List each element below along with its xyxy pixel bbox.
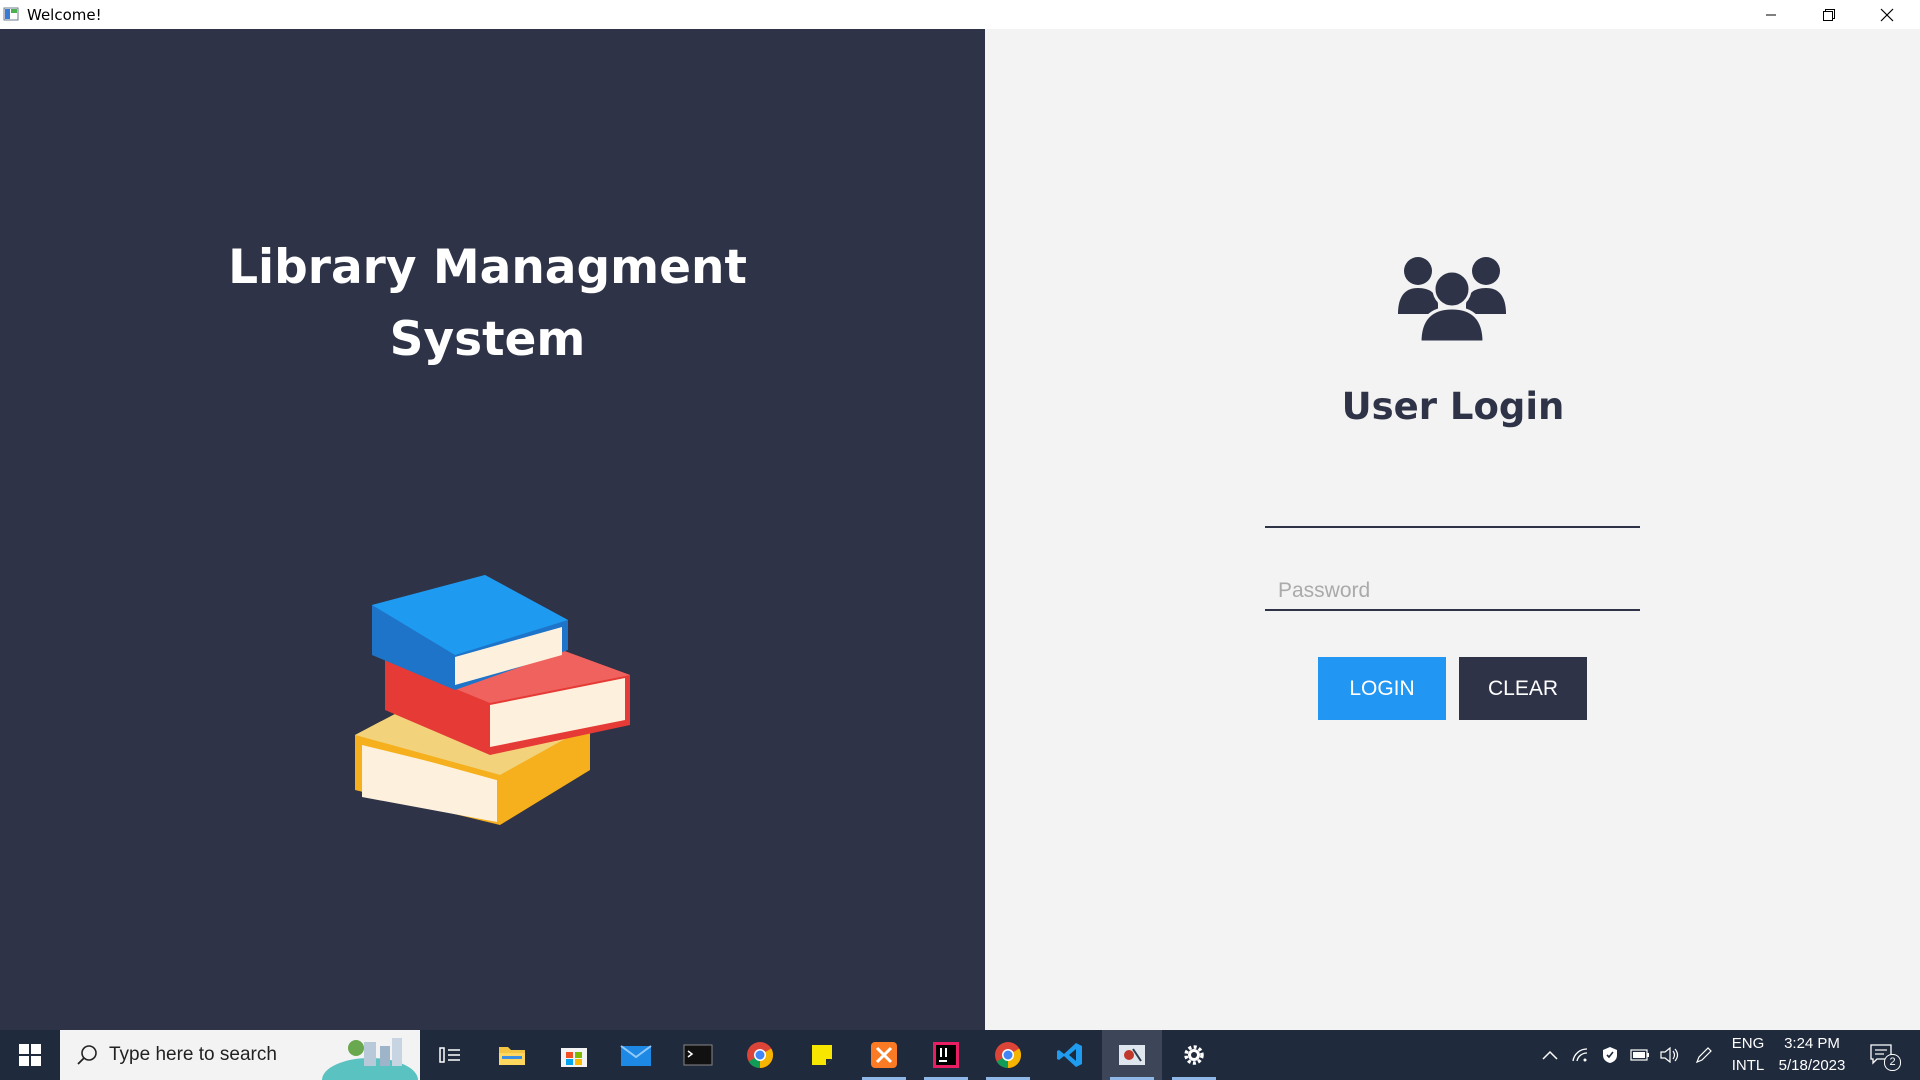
password-field[interactable] (1265, 573, 1640, 611)
login-button[interactable]: LOGIN (1318, 657, 1446, 720)
clear-button[interactable]: CLEAR (1459, 657, 1587, 720)
books-illustration (355, 575, 630, 825)
window-titlebar: Welcome! (0, 0, 1920, 29)
language-code: ENG (1731, 1035, 1765, 1052)
taskbar-intellij[interactable] (916, 1030, 976, 1080)
folder-icon (499, 1047, 525, 1065)
sticky-notes-icon (812, 1045, 832, 1065)
notification-count-badge: 2 (1884, 1054, 1901, 1071)
app-title-line1: Library Managment (228, 240, 747, 295)
taskbar-java-app[interactable] (1102, 1030, 1162, 1080)
task-view-button[interactable] (420, 1030, 480, 1080)
close-button[interactable] (1858, 0, 1916, 29)
users-icon (1398, 257, 1506, 342)
start-button[interactable] (0, 1030, 60, 1080)
taskbar-terminal[interactable] (668, 1030, 728, 1080)
window-title: Welcome! (27, 6, 102, 24)
branding-panel (0, 29, 985, 1030)
shield-icon (1603, 1047, 1617, 1063)
pen-icon (1695, 1047, 1712, 1064)
battery-button[interactable] (1628, 1030, 1652, 1080)
restore-icon (1823, 8, 1835, 21)
taskbar-sticky-notes[interactable] (792, 1030, 852, 1080)
login-panel (985, 29, 1920, 1030)
app-title: Library Managment System (0, 232, 975, 376)
windows-logo-icon (19, 1044, 41, 1066)
speaker-icon (1660, 1047, 1679, 1063)
taskbar-file-explorer[interactable] (482, 1030, 542, 1080)
taskbar-mail[interactable] (606, 1030, 666, 1080)
taskbar-search[interactable]: Type here to search (60, 1030, 420, 1080)
search-highlight-image (322, 1038, 418, 1080)
app-title-line2: System (389, 312, 586, 367)
task-view-icon (439, 1047, 460, 1063)
taskbar-chrome-2[interactable] (978, 1030, 1038, 1080)
java-app-icon (1119, 1045, 1145, 1065)
store-icon (561, 1048, 587, 1067)
notifications-button[interactable]: 2 (1862, 1030, 1902, 1080)
gear-icon (1184, 1045, 1204, 1065)
search-icon (77, 1045, 97, 1065)
clock[interactable]: 3:24 PM 5/18/2023 (1772, 1030, 1852, 1080)
battery-icon (1630, 1049, 1649, 1061)
show-hidden-icons-button[interactable] (1538, 1030, 1562, 1080)
login-heading: User Login (1341, 385, 1565, 428)
minimize-button[interactable] (1742, 0, 1800, 29)
security-button[interactable] (1598, 1030, 1622, 1080)
volume-button[interactable] (1658, 1030, 1682, 1080)
username-field[interactable] (1265, 490, 1640, 528)
close-icon (1880, 8, 1894, 21)
language-indicator[interactable]: ENG INTL (1724, 1030, 1772, 1080)
chrome-icon (995, 1042, 1022, 1069)
xampp-icon (871, 1042, 897, 1068)
chevron-up-icon (1542, 1050, 1558, 1060)
keyboard-layout: INTL (1731, 1057, 1765, 1074)
wifi-icon (1572, 1048, 1588, 1062)
search-placeholder: Type here to search (109, 1044, 277, 1065)
intellij-icon (933, 1042, 959, 1068)
mail-icon (620, 1045, 652, 1066)
minimize-icon (1766, 14, 1776, 15)
clock-time: 3:24 PM (1784, 1035, 1840, 1052)
pen-workspace-button[interactable] (1692, 1030, 1716, 1080)
taskbar: Type here to search ENG INTL 3:24 PM 5/1… (0, 1030, 1920, 1080)
clock-date: 5/18/2023 (1778, 1057, 1846, 1074)
taskbar-chrome[interactable] (730, 1030, 790, 1080)
chrome-icon (747, 1042, 774, 1069)
taskbar-xampp[interactable] (854, 1030, 914, 1080)
taskbar-settings[interactable] (1164, 1030, 1224, 1080)
vscode-icon (1057, 1043, 1082, 1067)
taskbar-store[interactable] (544, 1030, 604, 1080)
terminal-icon (683, 1044, 713, 1066)
restore-button[interactable] (1800, 0, 1858, 29)
network-button[interactable] (1568, 1030, 1592, 1080)
app-icon (3, 7, 19, 21)
taskbar-vscode[interactable] (1040, 1030, 1100, 1080)
